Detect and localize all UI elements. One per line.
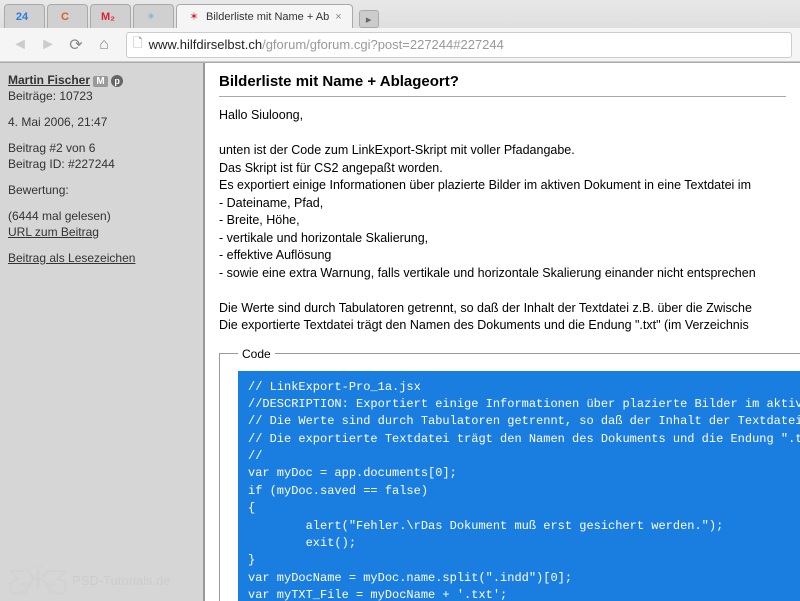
tab-4[interactable]: ✶ [133, 4, 174, 28]
url-bar[interactable]: 🗋 www.hilfdirselbst.ch/gforum/gforum.cgi… [126, 32, 792, 58]
tab-3[interactable]: M₂ [90, 4, 131, 28]
post-number: Beitrag #2 von 6 [8, 141, 195, 155]
reads-count: (6444 mal gelesen) [8, 209, 195, 223]
forward-button[interactable]: ► [36, 33, 60, 57]
browser-chrome: 24 C M₂ ✶ ✶ Bilderliste mit Name + Ab × … [0, 0, 800, 63]
toolbar: ◄ ► ⟳ ⌂ 🗋 www.hilfdirselbst.ch/gforum/gf… [0, 28, 800, 62]
calendar-icon: 24 [15, 10, 29, 24]
code-legend: Code [238, 347, 275, 361]
gmail-icon: M₂ [101, 10, 115, 24]
badge-p: p [111, 75, 123, 87]
post-date: 4. Mai 2006, 21:47 [8, 115, 195, 129]
post-main: Bilderliste mit Name + Ablageort? Hallo … [205, 63, 800, 601]
home-button[interactable]: ⌂ [92, 33, 116, 57]
tab-2[interactable]: C [47, 4, 88, 28]
rss-icon: C [58, 10, 72, 24]
site-icon: ✶ [187, 10, 201, 24]
bookmark-link[interactable]: Beitrag als Lesezeichen [8, 251, 135, 265]
post-title: Bilderliste mit Name + Ablageort? [219, 73, 786, 97]
tab-label: Bilderliste mit Name + Ab [206, 11, 329, 23]
globe-icon: 🗋 [133, 34, 143, 55]
reload-button[interactable]: ⟳ [64, 33, 88, 57]
tab-active[interactable]: ✶ Bilderliste mit Name + Ab × [176, 4, 353, 28]
badge-m: M [93, 76, 107, 87]
star-icon: ✶ [144, 10, 158, 24]
tab-1[interactable]: 24 [4, 4, 45, 28]
post-body: Hallo Siuloong, unten ist der Code zum L… [219, 107, 786, 335]
close-icon[interactable]: × [335, 11, 341, 23]
url-host: www.hilfdirselbst.ch [149, 37, 262, 52]
post-id: Beitrag ID: #227244 [8, 157, 195, 171]
post-sidebar: Martin Fischer M p Beiträge: 10723 4. Ma… [0, 63, 205, 601]
code-block[interactable]: // LinkExport-Pro_1a.jsx //DESCRIPTION: … [238, 371, 800, 601]
url-path: /gforum/gforum.cgi?post=227244#227244 [262, 37, 504, 52]
author-link[interactable]: Martin Fischer [8, 73, 90, 87]
code-container: Code // LinkExport-Pro_1a.jsx //DESCRIPT… [219, 347, 800, 601]
url-to-post-link[interactable]: URL zum Beitrag [8, 225, 99, 239]
rating-label: Bewertung: [8, 183, 195, 197]
posts-count: Beiträge: 10723 [8, 89, 195, 103]
page-content: Martin Fischer M p Beiträge: 10723 4. Ma… [0, 63, 800, 601]
tab-bar: 24 C M₂ ✶ ✶ Bilderliste mit Name + Ab × … [0, 0, 800, 28]
back-button[interactable]: ◄ [8, 33, 32, 57]
new-tab-button[interactable]: ▸ [359, 10, 379, 28]
